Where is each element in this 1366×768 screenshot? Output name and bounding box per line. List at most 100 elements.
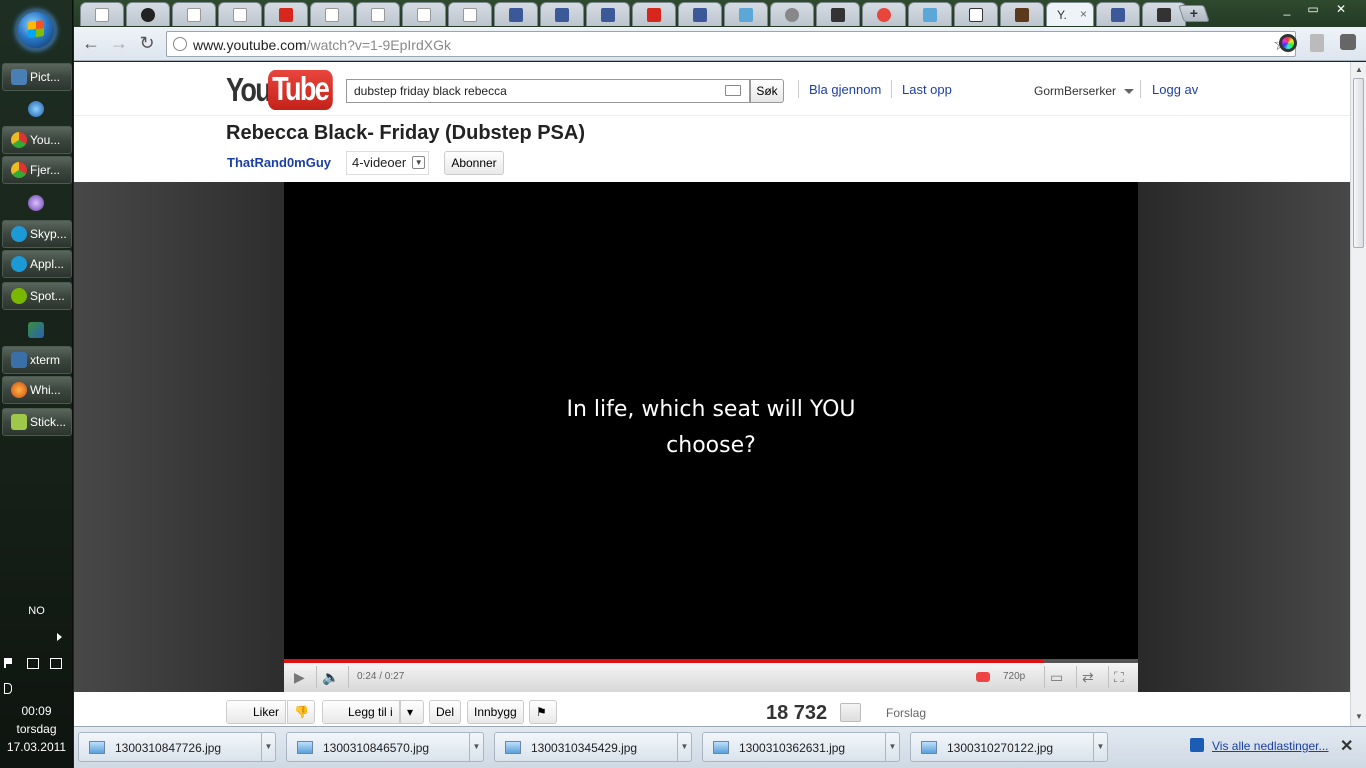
device-icon[interactable] — [27, 658, 39, 669]
upload-link[interactable]: Last opp — [902, 82, 952, 97]
tab-news[interactable] — [264, 2, 308, 26]
clock[interactable]: 00:09 torsdag 17.03.2011 — [0, 702, 73, 756]
taskbar-item-youtube[interactable]: You... — [2, 126, 72, 154]
address-bar[interactable]: www.youtube.com/watch?v=1-9EpIrdXGk ☆ — [166, 31, 1296, 57]
reload-icon[interactable]: ↻ — [136, 34, 158, 54]
logout-link[interactable]: Logg av — [1152, 82, 1198, 97]
tab-box[interactable] — [816, 2, 860, 26]
tab-youtube-active[interactable]: Y. × — [1046, 2, 1094, 26]
like-button[interactable]: Liker — [226, 700, 287, 724]
taskbar-item-chrome-2[interactable]: Fjer... — [2, 156, 72, 184]
add-to-dropdown[interactable]: ▾ — [400, 700, 424, 724]
minimize-icon[interactable]: _ — [1274, 0, 1300, 18]
taskbar-item-firefox[interactable]: Whi... — [2, 376, 72, 404]
download-item[interactable]: 1300310362631.jpg ▼ — [702, 732, 900, 762]
tab-page[interactable] — [448, 2, 492, 26]
tab-ae[interactable] — [954, 2, 998, 26]
tab-facebook[interactable] — [540, 2, 584, 26]
tab-facebook[interactable] — [586, 2, 630, 26]
progress-bar[interactable] — [284, 659, 1138, 663]
video-player[interactable]: In life, which seat will YOU choose? — [284, 182, 1138, 662]
download-item[interactable]: 1300310345429.jpg ▼ — [494, 732, 692, 762]
download-item[interactable]: 1300310270122.jpg ▼ — [910, 732, 1108, 762]
taskbar-item-spotify[interactable]: Spot... — [2, 282, 72, 310]
statistics-icon[interactable] — [840, 703, 861, 722]
user-menu[interactable]: GormBerserker — [1034, 84, 1116, 98]
youtube-logo[interactable]: You Tube — [226, 70, 347, 110]
keyboard-icon[interactable] — [725, 85, 741, 96]
taskbar-item-skype[interactable]: Skyp... — [2, 220, 72, 248]
subscribe-button[interactable]: Abonner — [444, 151, 504, 175]
volume-icon[interactable]: 🔈 — [322, 669, 339, 686]
chevron-down-icon[interactable]: ▼ — [1093, 733, 1107, 761]
chevron-down-icon[interactable]: ▼ — [885, 733, 899, 761]
taskbar-item-xterm[interactable]: xterm — [2, 346, 72, 374]
trash-icon[interactable] — [1310, 34, 1324, 52]
tab-page[interactable] — [402, 2, 446, 26]
download-item[interactable]: 1300310846570.jpg ▼ — [286, 732, 484, 762]
new-tab-button[interactable]: + — [1178, 5, 1210, 22]
embed-button[interactable]: Innbygg — [467, 700, 524, 724]
search-input[interactable] — [354, 84, 714, 98]
chevron-down-icon[interactable]: ▼ — [261, 733, 275, 761]
wrench-icon[interactable] — [1340, 34, 1356, 50]
taskbar-item-skype-2[interactable]: Appl... — [2, 250, 72, 278]
scroll-down-icon[interactable]: ▼ — [1355, 712, 1363, 721]
volume-icon[interactable] — [4, 683, 12, 694]
page-scrollbar[interactable]: ▲ ▼ — [1350, 62, 1366, 726]
play-icon[interactable]: ▶ — [294, 669, 305, 686]
flag-button[interactable]: ⚑ — [529, 700, 557, 724]
channel-videos-dropdown[interactable]: 4-videoer ▼ — [346, 151, 430, 175]
tab-facebook[interactable] — [494, 2, 538, 26]
tab-facebook[interactable] — [678, 2, 722, 26]
tab-youtube[interactable] — [632, 2, 676, 26]
tab-page[interactable] — [172, 2, 216, 26]
language-indicator[interactable]: NO — [0, 605, 73, 617]
close-window-icon[interactable]: ✕ — [1328, 0, 1354, 18]
close-shelf-icon[interactable]: ✕ — [1340, 736, 1353, 756]
scrollbar-thumb[interactable] — [1353, 78, 1364, 248]
resize-icon[interactable]: ⇄ — [1082, 669, 1094, 686]
quality-selector[interactable]: 720p — [1003, 671, 1025, 682]
tab-facebook[interactable] — [1096, 2, 1140, 26]
fullscreen-icon[interactable]: ⛶ — [1114, 669, 1124, 686]
browse-link[interactable]: Bla gjennom — [809, 82, 881, 97]
maximize-icon[interactable]: ▭ — [1300, 0, 1326, 18]
tab-github[interactable] — [126, 2, 170, 26]
channel-link[interactable]: ThatRand0mGuy — [227, 155, 331, 170]
forward-icon[interactable]: → — [108, 34, 130, 54]
tab-google[interactable] — [862, 2, 906, 26]
ghost-app-icon[interactable] — [28, 195, 44, 211]
tab-settings[interactable] — [770, 2, 814, 26]
app-icon[interactable] — [28, 101, 44, 117]
share-button[interactable]: Del — [429, 700, 462, 724]
chevron-down-icon[interactable] — [1124, 89, 1134, 94]
tab-page[interactable] — [218, 2, 262, 26]
dislike-button[interactable]: 👎 — [287, 700, 315, 724]
scroll-up-icon[interactable]: ▲ — [1355, 65, 1363, 74]
tab-page[interactable] — [356, 2, 400, 26]
network-icon[interactable] — [50, 658, 62, 669]
tab-barachat[interactable] — [1000, 2, 1044, 26]
color-extension-icon[interactable] — [1279, 34, 1297, 52]
tab-page[interactable] — [80, 2, 124, 26]
search-field[interactable] — [346, 79, 750, 103]
show-all-downloads-link[interactable]: Vis alle nedlastinger... — [1212, 739, 1329, 753]
start-button[interactable] — [16, 10, 56, 50]
chevron-down-icon[interactable]: ▼ — [469, 733, 483, 761]
popout-icon[interactable]: ▭ — [1050, 669, 1063, 686]
tab-page[interactable] — [310, 2, 354, 26]
add-to-button[interactable]: Legg til i — [322, 700, 400, 724]
tray-expand-icon[interactable] — [57, 633, 62, 641]
download-item[interactable]: 1300310847726.jpg ▼ — [78, 732, 276, 762]
taskbar-item-pictures[interactable]: Pict... — [2, 63, 72, 91]
taskbar-item-sticky-notes[interactable]: Stick... — [2, 408, 72, 436]
tab-vimeo-2[interactable] — [908, 2, 952, 26]
network-app-icon[interactable] — [28, 322, 44, 338]
annotations-icon[interactable] — [976, 672, 990, 682]
back-icon[interactable]: ← — [80, 34, 102, 54]
search-button[interactable]: Søk — [750, 79, 784, 103]
tab-vimeo[interactable] — [724, 2, 768, 26]
close-tab-icon[interactable]: × — [1080, 7, 1087, 21]
flag-icon[interactable] — [4, 658, 12, 668]
